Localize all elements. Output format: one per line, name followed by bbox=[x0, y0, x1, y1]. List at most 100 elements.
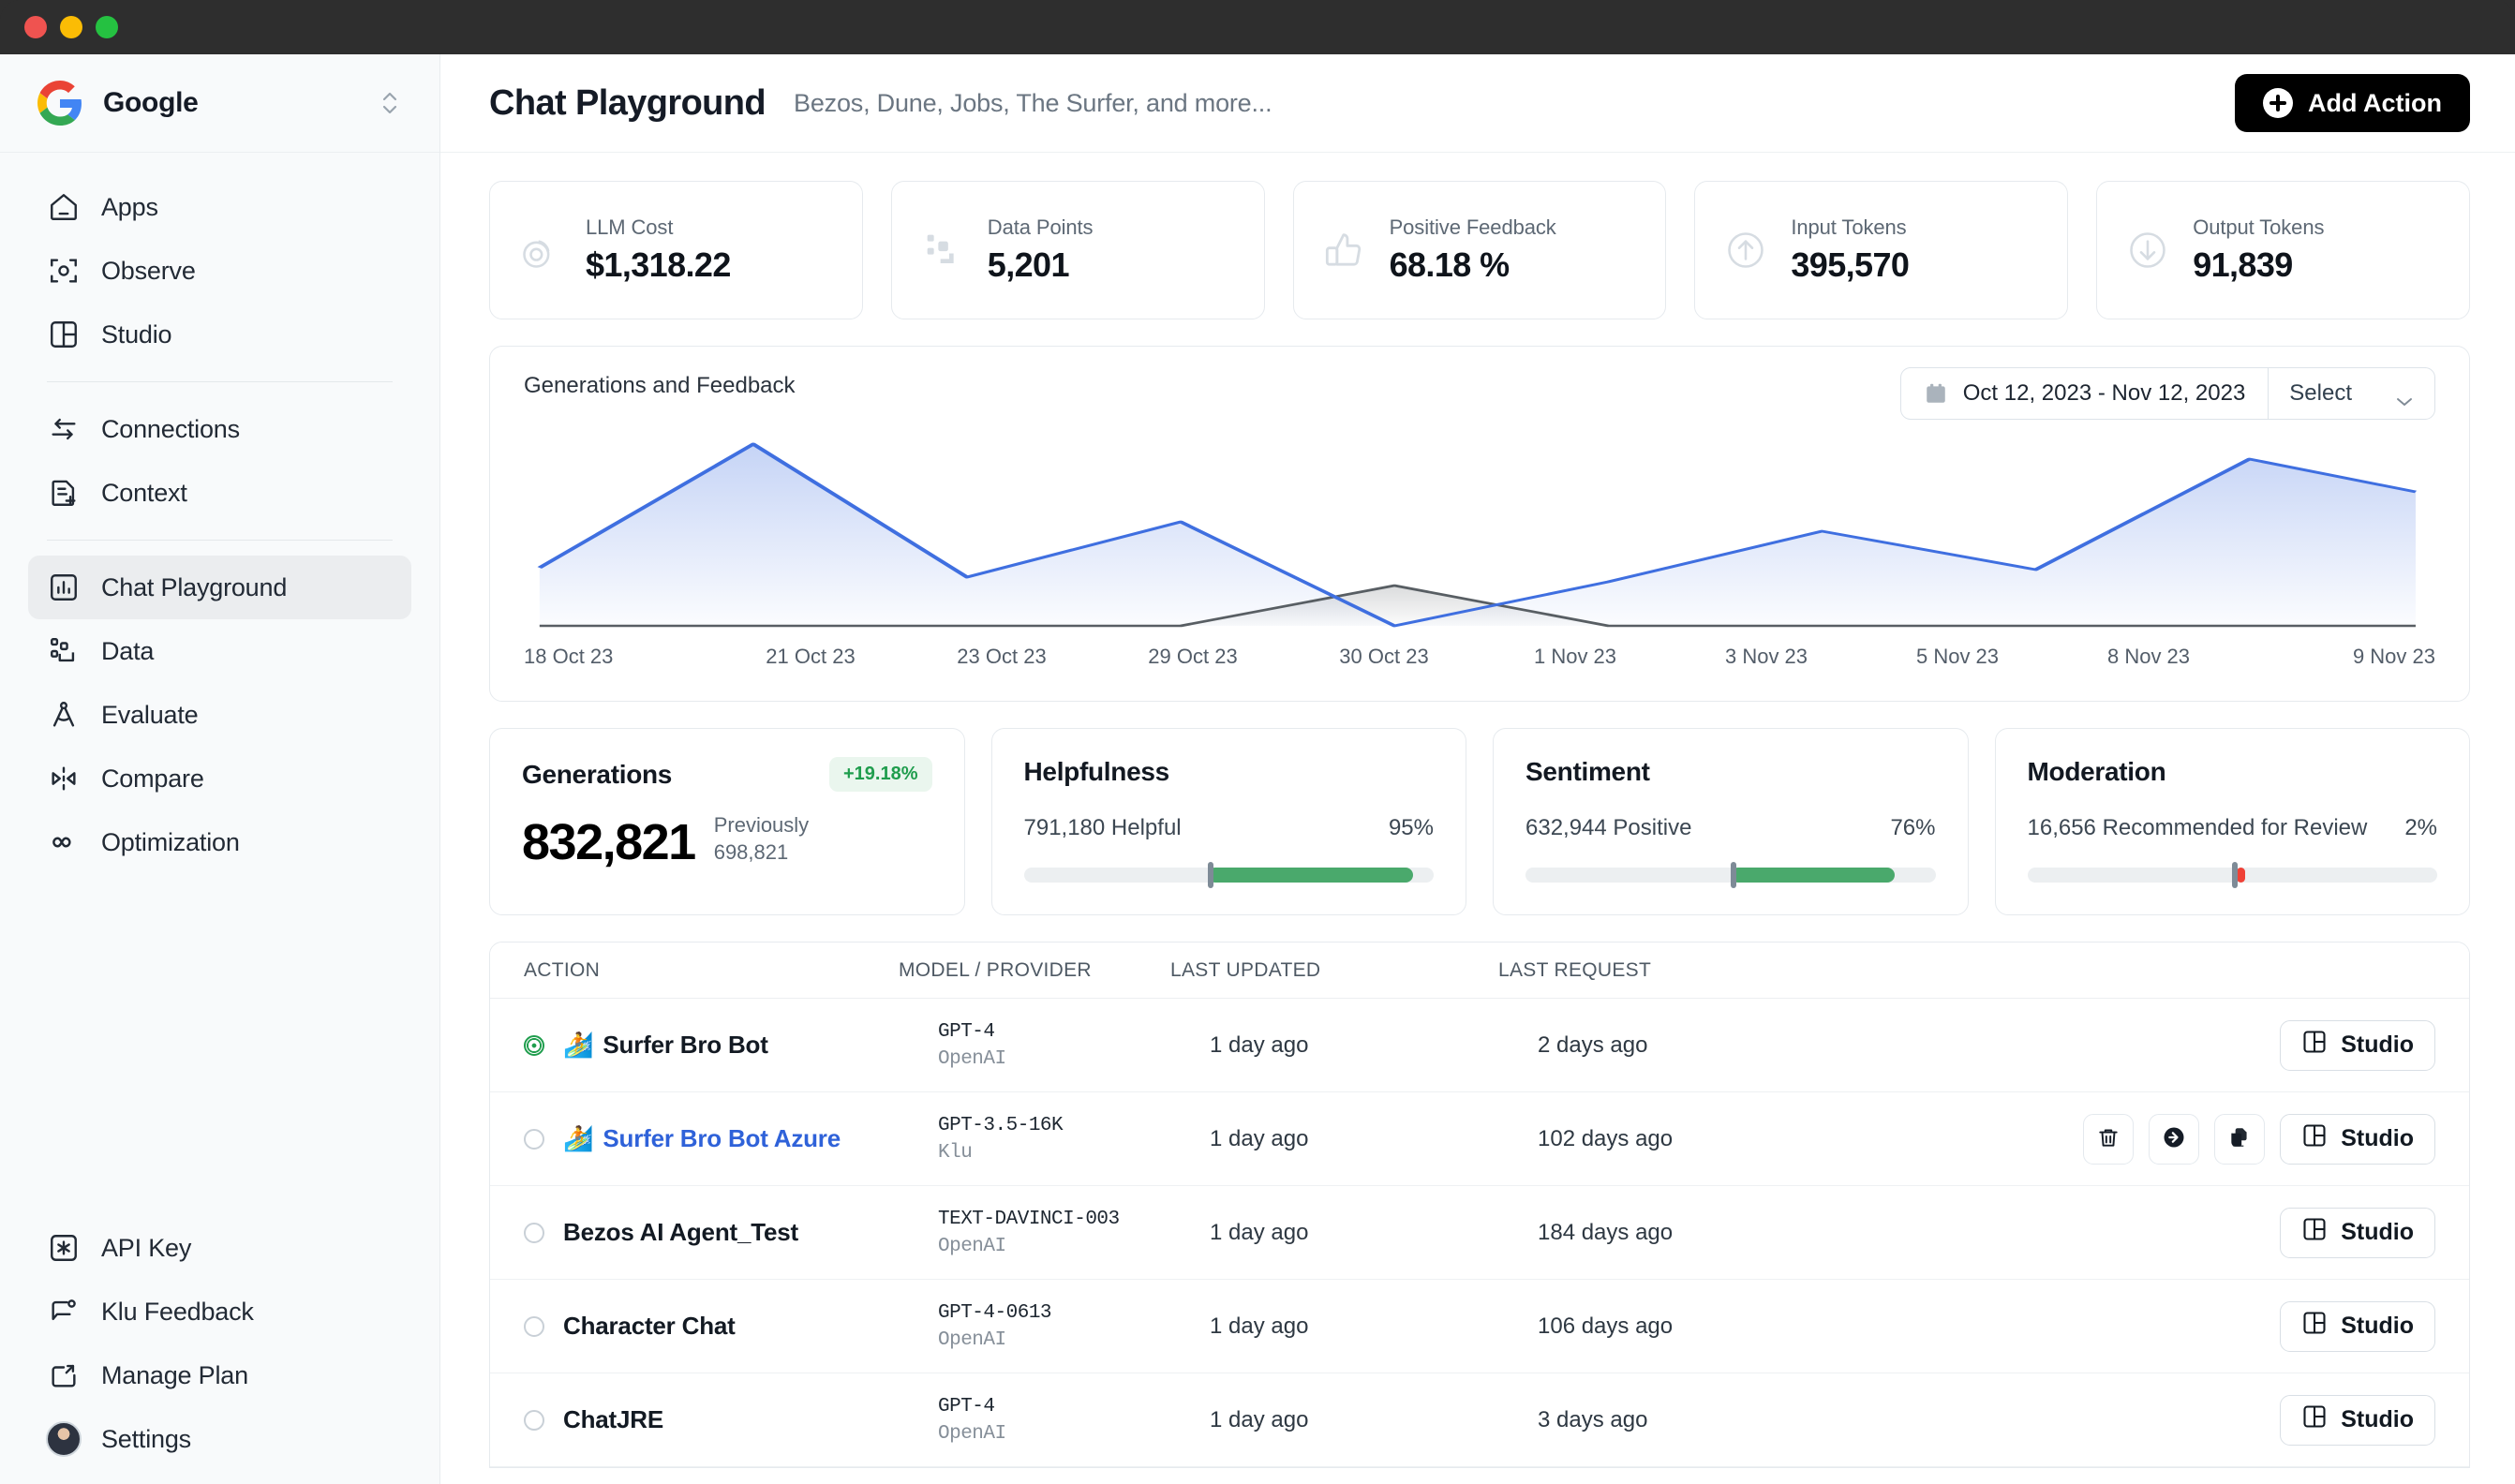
layout-panel-icon bbox=[2301, 1216, 2328, 1249]
date-range-picker[interactable]: Oct 12, 2023 - Nov 12, 2023 Select bbox=[1900, 367, 2435, 420]
metric-card-row: Generations +19.18% 832,821 Previously 6… bbox=[489, 728, 2470, 915]
sidebar-item-observe[interactable]: Observe bbox=[28, 239, 411, 303]
chevron-up-down-icon[interactable] bbox=[378, 87, 402, 119]
table-row[interactable]: 🏄 Surfer Bro Bot Azure GPT-3.5-16K Klu 1… bbox=[490, 1092, 2469, 1186]
table-row[interactable]: ChatJRE GPT-4 OpenAI 1 day ago 3 days ag… bbox=[490, 1373, 2469, 1467]
stat-label: LLM Cost bbox=[586, 215, 731, 240]
metric-progress-bar bbox=[1024, 868, 1435, 883]
metric-card-moderation: Moderation 16,656 Recommended for Review… bbox=[1995, 728, 2471, 915]
bar-fill bbox=[1208, 868, 1413, 883]
move-button[interactable] bbox=[2149, 1114, 2199, 1165]
table-row[interactable]: Bezos AI Agent_Test TEXT-DAVINCI-003 Ope… bbox=[490, 1186, 2469, 1280]
metric-detail: 632,944 Positive bbox=[1525, 815, 1691, 841]
sidebar-item-studio[interactable]: Studio bbox=[28, 303, 411, 366]
sidebar-item-compare[interactable]: Compare bbox=[28, 747, 411, 810]
metric-detail: 791,180 Helpful bbox=[1024, 815, 1182, 841]
studio-label: Studio bbox=[2341, 1313, 2414, 1340]
sidebar-item-label: Context bbox=[101, 479, 187, 508]
sidebar-item-manage-plan[interactable]: Manage Plan bbox=[28, 1343, 411, 1407]
dashboard-content: LLM Cost $1,318.22 Data Points bbox=[440, 153, 2515, 1468]
close-button[interactable] bbox=[24, 16, 47, 38]
table-header-row: ACTION MODEL / PROVIDER LAST UPDATED LAS… bbox=[490, 942, 2469, 999]
delete-button[interactable] bbox=[2083, 1114, 2134, 1165]
x-tick-label: 21 Oct 23 bbox=[715, 645, 906, 669]
page-header: Chat Playground Bezos, Dune, Jobs, The S… bbox=[440, 54, 2515, 153]
stat-value: $1,318.22 bbox=[586, 245, 731, 285]
sidebar-item-settings[interactable]: Settings bbox=[28, 1407, 411, 1471]
sidebar-item-optimization[interactable]: Optimization bbox=[28, 810, 411, 874]
calendar-icon bbox=[1924, 381, 1948, 406]
previous-value: 698,821 bbox=[714, 840, 789, 864]
sidebar-item-connections[interactable]: Connections bbox=[28, 397, 411, 461]
sidebar-item-label: Data bbox=[101, 637, 154, 666]
sidebar-item-apps[interactable]: Apps bbox=[28, 175, 411, 239]
main-content: Chat Playground Bezos, Dune, Jobs, The S… bbox=[440, 54, 2515, 1484]
layout-panel-icon bbox=[2301, 1122, 2328, 1155]
stat-card-output-tokens: Output Tokens 91,839 bbox=[2096, 181, 2470, 319]
add-action-label: Add Action bbox=[2308, 89, 2442, 118]
sidebar-item-context[interactable]: Context bbox=[28, 461, 411, 525]
stat-value: 91,839 bbox=[2193, 245, 2324, 285]
metric-value: 832,821 bbox=[522, 817, 695, 868]
action-name[interactable]: Surfer Bro Bot Azure bbox=[603, 1124, 841, 1153]
duplicate-button[interactable] bbox=[2214, 1114, 2265, 1165]
studio-button[interactable]: Studio bbox=[2280, 1301, 2435, 1352]
column-header-last-request: LAST REQUEST bbox=[1498, 959, 2435, 982]
model-name: GPT-4 bbox=[938, 1021, 995, 1043]
stat-card-llm-cost: LLM Cost $1,318.22 bbox=[489, 181, 863, 319]
studio-button[interactable]: Studio bbox=[2280, 1020, 2435, 1071]
sidebar-item-label: Connections bbox=[101, 415, 240, 444]
studio-label: Studio bbox=[2341, 1219, 2414, 1246]
actions-table: ACTION MODEL / PROVIDER LAST UPDATED LAS… bbox=[489, 942, 2470, 1468]
sidebar-item-label: Apps bbox=[101, 193, 158, 222]
compass-draw-icon bbox=[47, 698, 81, 732]
minimize-button[interactable] bbox=[60, 16, 82, 38]
surfer-emoji-icon: 🏄 bbox=[563, 1031, 593, 1060]
table-row[interactable]: 🏄 Surfer Bro Bot GPT-4 OpenAI 1 day ago … bbox=[490, 999, 2469, 1092]
bar-chart-box-icon bbox=[47, 571, 81, 604]
metric-progress-bar bbox=[1525, 868, 1936, 883]
sidebar-item-api-key[interactable]: API Key bbox=[28, 1216, 411, 1280]
sidebar-item-chat-playground[interactable]: Chat Playground bbox=[28, 556, 411, 619]
studio-button[interactable]: Studio bbox=[2280, 1208, 2435, 1258]
action-name: ChatJRE bbox=[563, 1405, 663, 1434]
sidebar-item-label: Studio bbox=[101, 320, 171, 349]
compare-arrows-icon bbox=[47, 762, 81, 795]
metric-title: Moderation bbox=[2028, 757, 2166, 787]
layout-panel-icon bbox=[2301, 1403, 2328, 1436]
sidebar: Google Apps bbox=[0, 54, 440, 1484]
arrows-exchange-icon bbox=[47, 412, 81, 446]
bar-fill bbox=[1731, 868, 1895, 883]
sidebar-item-evaluate[interactable]: Evaluate bbox=[28, 683, 411, 747]
sidebar-item-label: Klu Feedback bbox=[101, 1298, 254, 1327]
studio-button[interactable]: Studio bbox=[2280, 1114, 2435, 1165]
studio-label: Studio bbox=[2341, 1406, 2414, 1433]
sidebar-footer-nav: API Key Klu Feedback bbox=[0, 1216, 439, 1471]
stat-value: 395,570 bbox=[1791, 245, 1909, 285]
column-header-last-updated: LAST UPDATED bbox=[1170, 959, 1498, 982]
x-tick-label: 5 Nov 23 bbox=[1862, 645, 2053, 669]
provider-name: Klu bbox=[938, 1142, 1210, 1164]
maximize-button[interactable] bbox=[96, 16, 118, 38]
provider-name: OpenAI bbox=[938, 1236, 1210, 1257]
sidebar-item-label: Manage Plan bbox=[101, 1361, 248, 1390]
org-switcher[interactable]: Google bbox=[0, 54, 439, 153]
sidebar-divider bbox=[47, 540, 393, 541]
app-body: Google Apps bbox=[0, 54, 2515, 1484]
metric-percent: 95% bbox=[1389, 815, 1434, 841]
layout-panel-icon bbox=[47, 318, 81, 351]
file-plus-icon bbox=[47, 476, 81, 510]
date-range-field[interactable]: Oct 12, 2023 - Nov 12, 2023 bbox=[1901, 368, 2269, 419]
range-select[interactable]: Select bbox=[2268, 368, 2434, 419]
add-action-button[interactable]: Add Action bbox=[2235, 74, 2470, 132]
user-avatar bbox=[47, 1422, 81, 1456]
table-row[interactable]: Character Chat GPT-4-0613 OpenAI 1 day a… bbox=[490, 1280, 2469, 1373]
thumbs-up-icon bbox=[1318, 224, 1371, 276]
plus-circle-icon bbox=[2263, 88, 2293, 118]
sidebar-item-klu-feedback[interactable]: Klu Feedback bbox=[28, 1280, 411, 1343]
chart-title: Generations and Feedback bbox=[524, 373, 796, 399]
sidebar-item-data[interactable]: Data bbox=[28, 619, 411, 683]
studio-button[interactable]: Studio bbox=[2280, 1395, 2435, 1446]
page-subtitle: Bezos, Dune, Jobs, The Surfer, and more.… bbox=[794, 89, 1272, 118]
data-nodes-icon bbox=[47, 634, 81, 668]
